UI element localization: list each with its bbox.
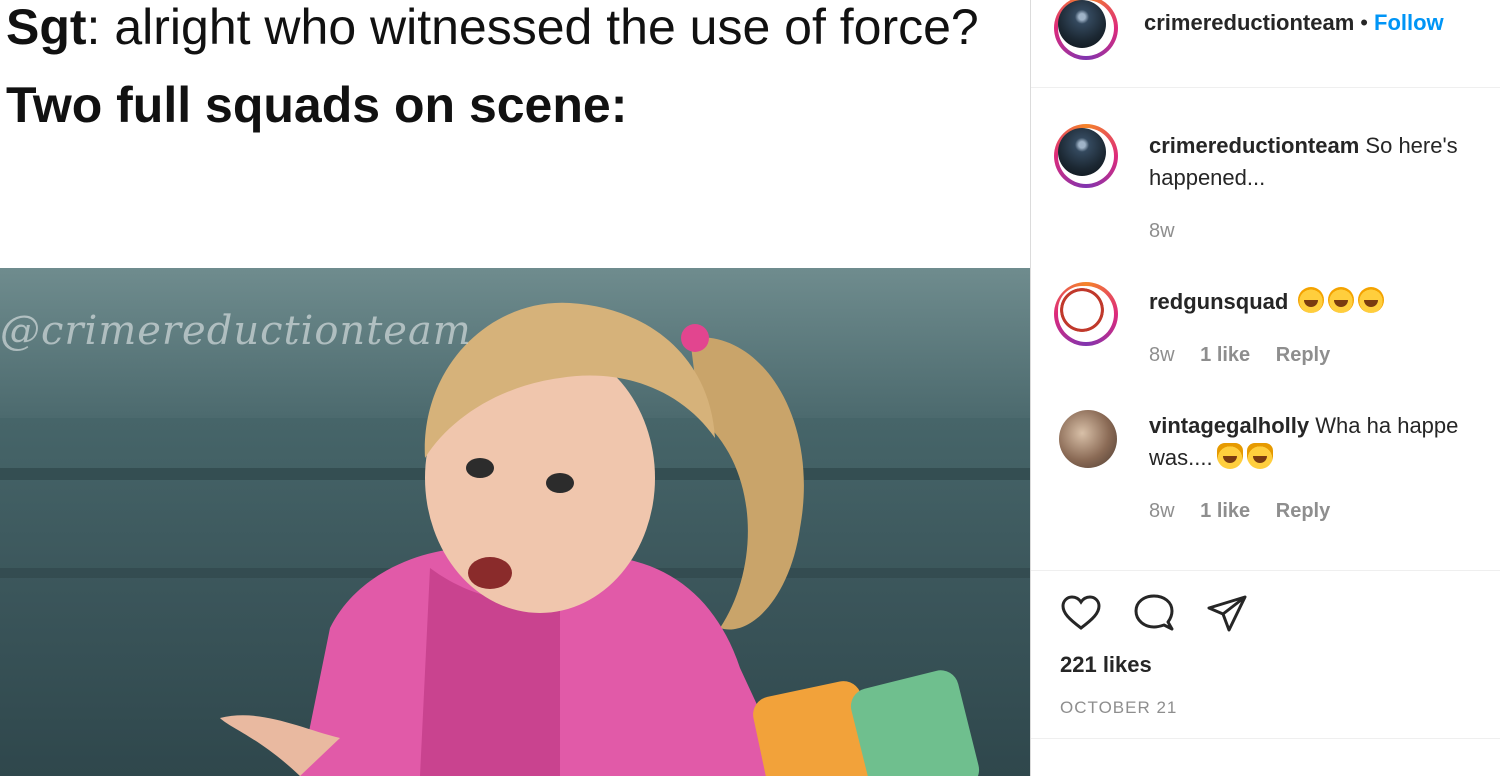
author-avatar[interactable] (1054, 0, 1118, 60)
post-header: crimereductionteam • Follow (1144, 10, 1444, 36)
tears-of-joy-icon (1298, 287, 1325, 313)
comment-avatar[interactable] (1054, 124, 1118, 188)
comment-3: vintagegalholly Wha ha happe was.... (1149, 410, 1458, 474)
comment-likes[interactable]: 1 like (1200, 500, 1250, 522)
meme-caption: Sgt: alright who witnessed the use of fo… (6, 0, 1016, 134)
comment-icon[interactable] (1132, 592, 1176, 636)
actions-divider (1031, 570, 1500, 571)
comment-avatar[interactable] (1054, 282, 1118, 346)
comment-text: Wha ha happe (1315, 413, 1459, 438)
green-cup (850, 670, 980, 776)
comment-username[interactable]: redgunsquad (1149, 289, 1288, 314)
avatar-image (1058, 0, 1106, 48)
comment-meta: 8w 1 like Reply (1149, 500, 1350, 523)
comment-likes[interactable]: 1 like (1200, 344, 1250, 366)
likes-count[interactable]: 221 likes (1060, 652, 1152, 678)
avatar-image (1058, 128, 1106, 176)
header-divider (1031, 87, 1500, 88)
post-date[interactable]: OCTOBER 21 (1060, 698, 1177, 718)
separator: • (1360, 10, 1368, 35)
hair-tie (681, 324, 709, 352)
author-username[interactable]: crimereductionteam (1144, 10, 1354, 35)
meme-line-2: Two full squads on scene: (6, 77, 628, 133)
comment-text-cont: was.... (1149, 445, 1213, 470)
ponytail (690, 337, 804, 630)
meme-line-1-text: : alright who witnessed the use of force… (86, 0, 979, 55)
comment-time[interactable]: 8w (1149, 220, 1175, 242)
paper-plane-icon[interactable] (1205, 592, 1249, 636)
post-sidebar: crimereductionteam • Follow crimereduction… (1031, 0, 1500, 776)
cat-tears-of-joy-icon (1246, 443, 1273, 469)
meme-line-1: Sgt: alright who witnessed the use of fo… (6, 0, 1016, 70)
comment-meta: 8w 1 like Reply (1149, 344, 1350, 367)
avatar-image (1058, 286, 1106, 334)
footer-divider (1031, 738, 1500, 739)
follow-button[interactable]: Follow (1374, 10, 1444, 35)
reply-button[interactable]: Reply (1276, 500, 1330, 522)
reply-button[interactable]: Reply (1276, 344, 1330, 366)
eye-left (466, 458, 494, 478)
meme-photo: @crimereductionteam (0, 268, 1030, 776)
meme-speaker: Sgt (6, 0, 87, 55)
cat-tears-of-joy-icon (1216, 443, 1243, 469)
comment-text: So here's (1365, 133, 1458, 158)
watermark: @crimereductionteam (0, 308, 472, 354)
comment-meta: 8w (1149, 220, 1195, 243)
comment-username[interactable]: crimereductionteam (1149, 133, 1359, 158)
heart-icon[interactable] (1059, 592, 1103, 636)
comment-1: crimereductionteam So here's happened... (1149, 130, 1458, 194)
eye-right (546, 473, 574, 493)
post-image[interactable]: Sgt: alright who witnessed the use of fo… (0, 0, 1030, 776)
tears-of-joy-icon (1358, 287, 1385, 313)
comment-avatar[interactable] (1059, 410, 1117, 468)
comment-time[interactable]: 8w (1149, 344, 1175, 366)
comment-2: redgunsquad (1149, 286, 1385, 318)
comment-username[interactable]: vintagegalholly (1149, 413, 1309, 438)
mouth (468, 557, 512, 589)
comment-time[interactable]: 8w (1149, 500, 1175, 522)
tears-of-joy-icon (1328, 287, 1355, 313)
comment-text-cont: happened... (1149, 165, 1266, 190)
